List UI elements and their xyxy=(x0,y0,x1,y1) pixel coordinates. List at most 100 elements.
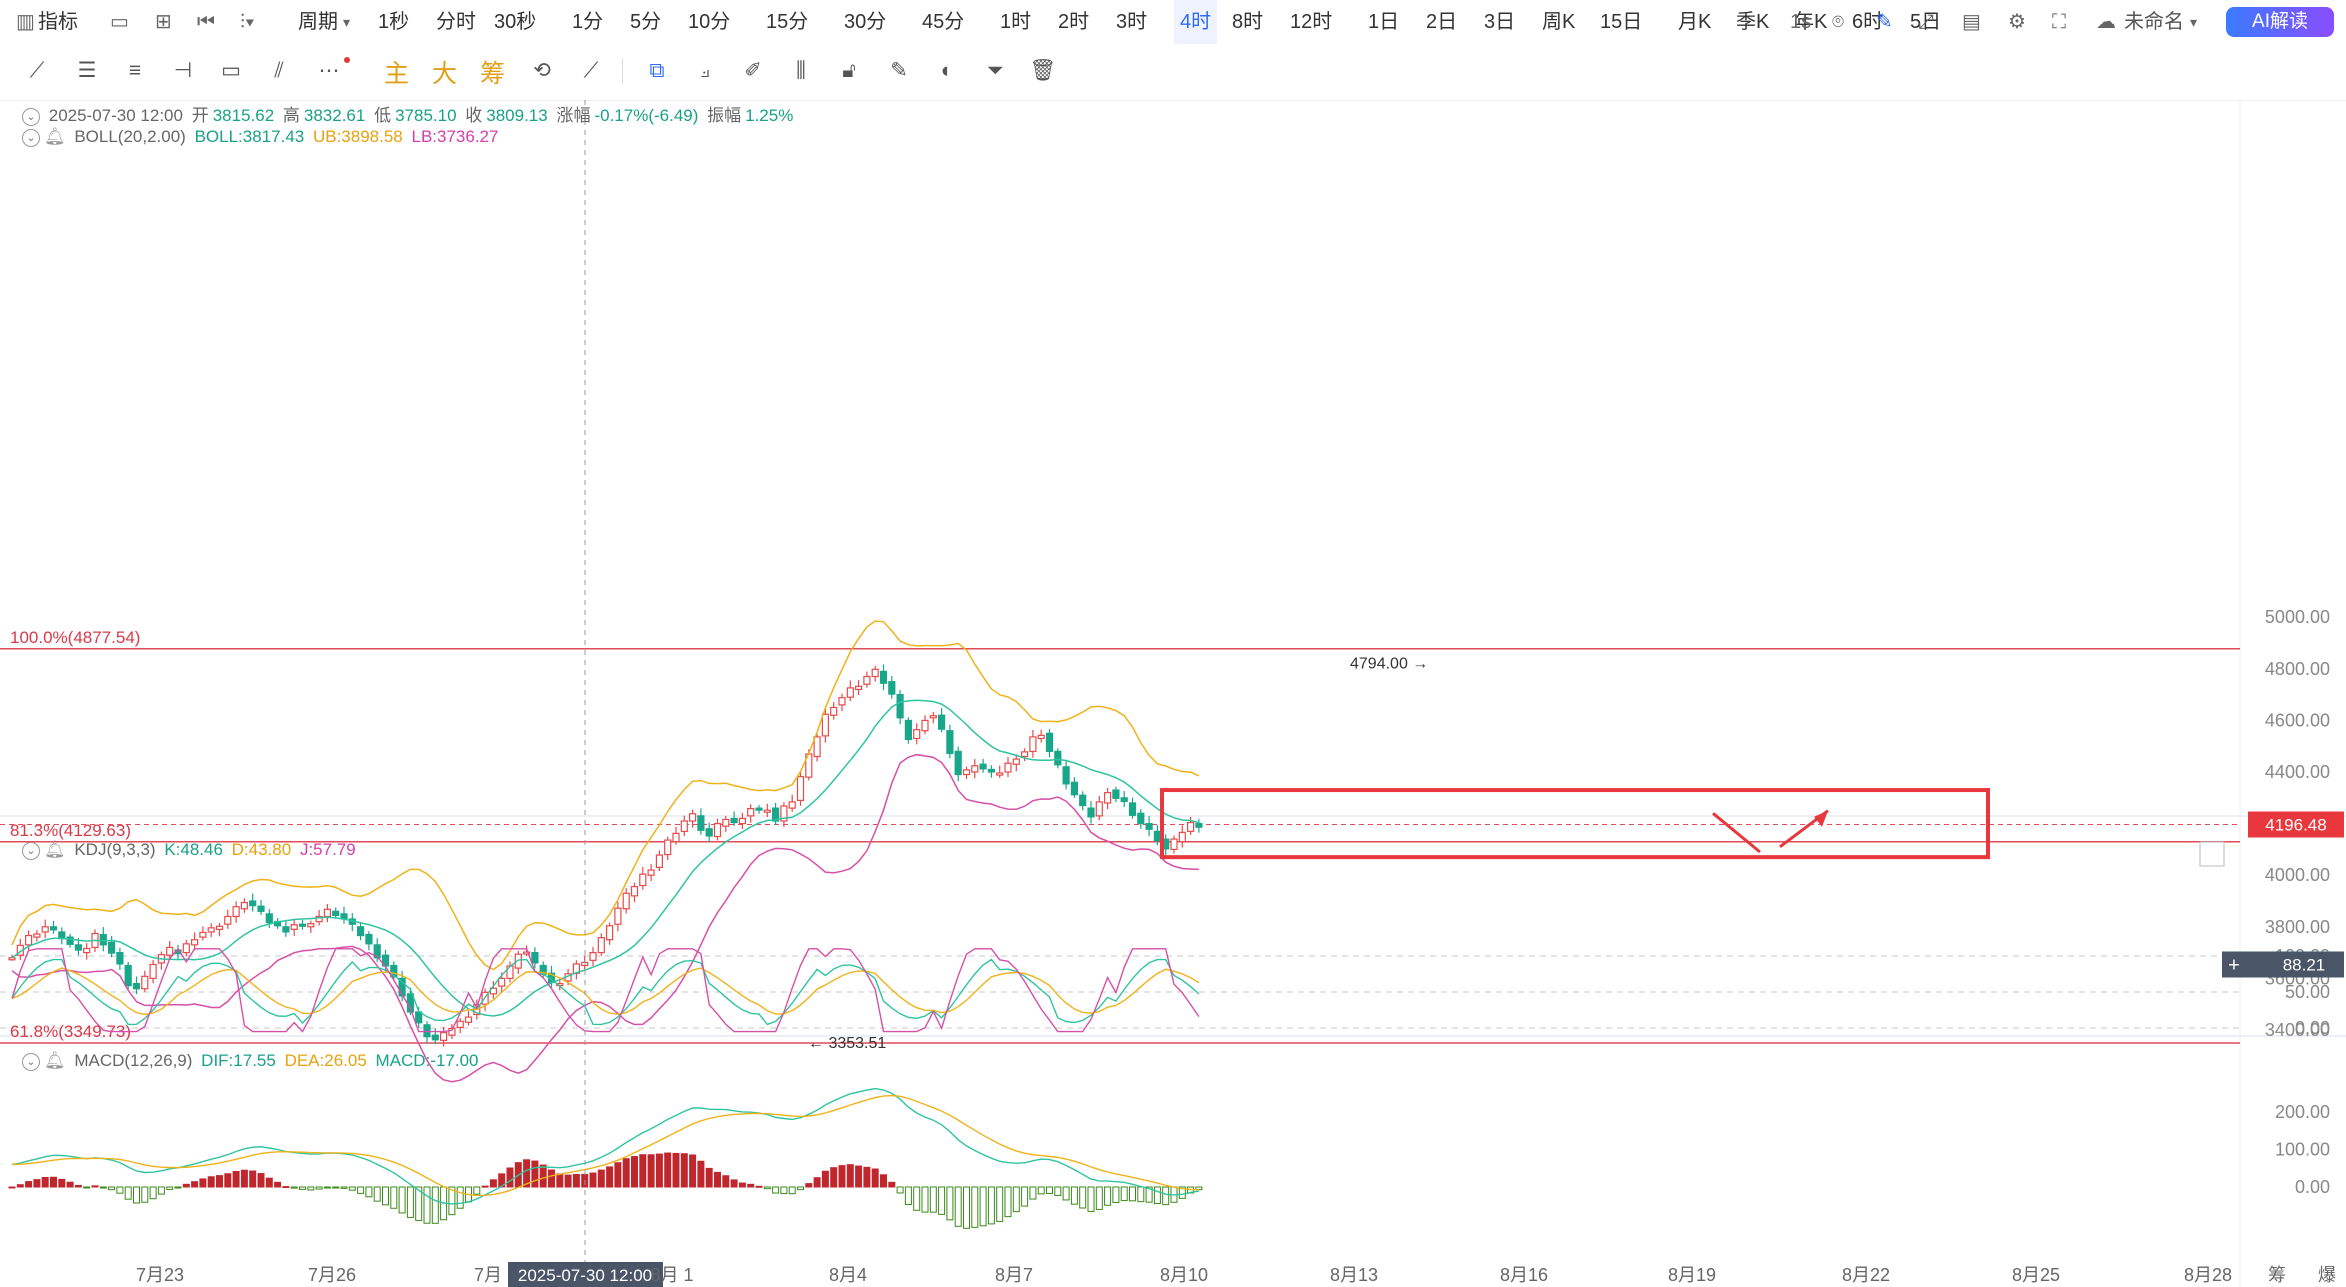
period-7[interactable]: 30分 xyxy=(844,0,886,44)
period-20[interactable]: 月K xyxy=(1678,0,1711,44)
candle-body xyxy=(888,681,896,695)
period-17[interactable]: 3日 xyxy=(1484,0,1515,44)
period-1[interactable]: 分时 xyxy=(436,0,476,44)
macd-histogram-bar xyxy=(1095,1186,1103,1210)
candle-body xyxy=(1062,766,1070,785)
filter-icon[interactable]: ⏷ xyxy=(980,56,1010,86)
period-15[interactable]: 1日 xyxy=(1368,0,1399,44)
trend-line-icon[interactable]: ⟋ xyxy=(22,56,52,86)
candle-body xyxy=(232,906,240,918)
period-19[interactable]: 15日 xyxy=(1600,0,1642,44)
ai-interpret-button[interactable]: AI解读 xyxy=(2226,7,2334,37)
period-4[interactable]: 5分 xyxy=(630,0,661,44)
open-value: 3815.62 xyxy=(212,106,275,125)
lock-icon[interactable]: 🔓︎ xyxy=(834,56,864,86)
trash-icon[interactable]: 🗑︎ xyxy=(1028,56,1058,86)
magnet-icon[interactable]: ◐ xyxy=(932,56,962,86)
macd-histogram-bar xyxy=(1004,1186,1012,1218)
macd-histogram-bar xyxy=(689,1154,697,1188)
macd-histogram-bar xyxy=(838,1165,846,1188)
period-6[interactable]: 15分 xyxy=(766,0,808,44)
candle-body xyxy=(589,951,597,961)
macd-histogram-bar xyxy=(357,1186,365,1194)
gear-icon[interactable]: ⚙ xyxy=(2008,0,2026,44)
layout-icon[interactable]: ⊞ xyxy=(155,0,172,44)
refresh-interval[interactable]: 1s xyxy=(1790,0,1811,44)
macd-histogram-bar xyxy=(8,1186,16,1189)
macd-histogram-bar xyxy=(722,1175,730,1188)
candle-body xyxy=(755,807,763,811)
indicator-icon[interactable]: ▥ xyxy=(16,0,35,44)
measure-icon[interactable]: ⟋ xyxy=(576,56,606,86)
brush-icon[interactable]: ✐ xyxy=(738,56,768,86)
indicator-button[interactable]: 指标 xyxy=(38,0,78,44)
period-0[interactable]: 1秒 xyxy=(378,0,409,44)
expand-pane-icon xyxy=(2199,841,2225,867)
collapse-toggle-icon[interactable]: ⌄ xyxy=(22,128,40,147)
candle-body xyxy=(365,933,373,945)
fibonacci-icon[interactable]: ⫽ xyxy=(264,56,294,86)
candle-body xyxy=(655,854,664,869)
period-2[interactable]: 30秒 xyxy=(494,0,536,44)
collapse-toggle-icon[interactable]: ⌄ xyxy=(22,107,40,126)
drawing-toolbar: ⟋ ☰ ≡ ⊣ ▭ ⫽ ⋯ 主 大 筹 ⟲ ⟋ ⧉ ⟓ ✐ ⫼ 🔓︎ ✎ ◐ ⏷… xyxy=(0,44,2346,101)
candle-body xyxy=(41,926,49,933)
macd-histogram-bar xyxy=(506,1167,514,1188)
style-chip-button[interactable]: 筹 xyxy=(480,54,505,90)
chart-type-icon[interactable]: ⫶▾ xyxy=(240,0,255,44)
fullscreen-enter-icon[interactable]: ⤢ xyxy=(1918,0,1934,44)
period-9[interactable]: 1时 xyxy=(1000,0,1031,44)
replay-icon[interactable]: ⏮ xyxy=(197,0,215,44)
style-large-button[interactable]: 大 xyxy=(432,54,457,90)
macd-dea-line xyxy=(11,1094,1199,1197)
period-3[interactable]: 1分 xyxy=(572,0,603,44)
collapse-toggle-icon[interactable]: ⌄ xyxy=(22,1052,40,1071)
layout-name[interactable]: 未命名 xyxy=(2124,0,2184,44)
period-11[interactable]: 3时 xyxy=(1116,0,1147,44)
period-18[interactable]: 周K xyxy=(1542,0,1575,44)
chevron-down-icon[interactable]: ▾ xyxy=(343,0,350,44)
period-21[interactable]: 季K xyxy=(1736,0,1769,44)
save-icon[interactable]: ▤ xyxy=(1962,0,1981,44)
period-13[interactable]: 8时 xyxy=(1232,0,1263,44)
period-8[interactable]: 45分 xyxy=(922,0,964,44)
parallel-lines-icon[interactable]: ☰ xyxy=(72,56,102,86)
copy-icon[interactable]: ⧉ xyxy=(642,56,672,86)
candle-body xyxy=(597,937,605,954)
bars-icon[interactable]: ⫼ xyxy=(786,56,816,86)
chart-canvas[interactable]: 3400.003600.003800.004000.004200.004400.… xyxy=(0,100,2346,1287)
cloud-icon[interactable]: ☁ xyxy=(2096,0,2116,44)
candle-body xyxy=(871,668,879,678)
horizontal-lines-icon[interactable]: ≡ xyxy=(120,56,150,86)
period-16[interactable]: 2日 xyxy=(1426,0,1457,44)
period-14[interactable]: 12时 xyxy=(1290,0,1332,44)
period-button[interactable]: 周期 xyxy=(298,0,338,44)
edit-icon[interactable]: ✎ xyxy=(884,56,914,86)
macd-histogram-bar xyxy=(763,1186,771,1190)
period-12[interactable]: 4时 xyxy=(1174,0,1218,44)
calendar-icon[interactable]: ▭ xyxy=(110,0,129,44)
bell-icon[interactable]: 🔔︎ xyxy=(44,840,66,859)
pen-icon[interactable]: ✎ xyxy=(1876,0,1893,44)
collapse-toggle-icon[interactable]: ⌄ xyxy=(22,841,40,860)
macd-histogram-bar xyxy=(597,1169,605,1188)
style-main-button[interactable]: 主 xyxy=(384,54,409,90)
camera-icon[interactable]: ⌾ xyxy=(1832,0,1844,44)
rectangle-icon[interactable]: ▭ xyxy=(216,56,246,86)
ruler-icon[interactable]: ⟓ xyxy=(690,56,720,86)
candle-body xyxy=(730,817,738,824)
sync-icon[interactable]: ⟲ xyxy=(527,56,557,86)
horizontal-ray-icon[interactable]: ⊣ xyxy=(168,56,198,86)
up-arrow-head xyxy=(1814,810,1828,827)
expand-icon[interactable]: ⛶ xyxy=(2052,0,2066,44)
period-5[interactable]: 10分 xyxy=(688,0,730,44)
more-tools-icon[interactable]: ⋯ xyxy=(314,56,344,86)
macd-histogram-bar xyxy=(1029,1186,1037,1200)
candle-body xyxy=(813,736,821,758)
period-10[interactable]: 2时 xyxy=(1058,0,1089,44)
bell-icon[interactable]: 🔔︎ xyxy=(44,127,66,146)
chevron-down-icon[interactable]: ▾ xyxy=(2190,0,2197,44)
macd-histogram-bar xyxy=(182,1183,190,1188)
bell-icon[interactable]: 🔔︎ xyxy=(44,1051,66,1070)
macd-tick-label: 200.00 xyxy=(2275,1102,2330,1122)
